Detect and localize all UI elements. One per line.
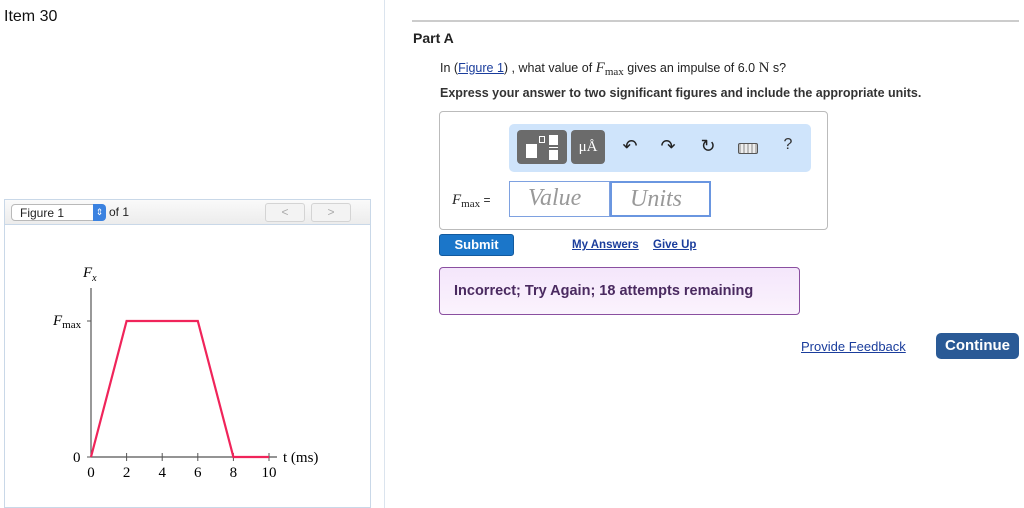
ytick-label-zero: 0 [73, 450, 81, 466]
figure-count: of 1 [109, 205, 130, 219]
figure-link[interactable]: Figure 1 [458, 61, 504, 75]
xtick-label: 0 [87, 465, 95, 481]
xtick-label: 8 [230, 465, 238, 481]
prev-figure-button[interactable]: < [265, 203, 305, 222]
reset-icon[interactable]: ↻ [697, 136, 719, 157]
xtick-label: 6 [194, 465, 202, 481]
value-input[interactable]: Value [509, 181, 610, 217]
fmax-symbol: Fmax [595, 60, 624, 78]
my-answers-link[interactable]: My Answers [572, 239, 639, 251]
x-axis-label: t (ms) [283, 450, 318, 466]
fmax-label: Fmax = [452, 192, 491, 210]
figure-select[interactable]: Figure 1 ⇕ [11, 204, 106, 221]
question-mid: ) , what value of [503, 61, 596, 75]
xtick-label: 2 [123, 465, 131, 481]
templates-button[interactable] [517, 130, 567, 164]
y-axis-label: Fx [82, 265, 97, 284]
figure-pane: Item 30 Figure 1 ⇕ of 1 < > 0 2 4 6 8 10 Fx F… [0, 0, 385, 508]
question-prefix: In ( [440, 61, 459, 75]
select-arrows-icon: ⇕ [93, 204, 106, 221]
provide-feedback-link[interactable]: Provide Feedback [801, 339, 906, 354]
units-input[interactable]: Units [610, 181, 711, 217]
figure-select-value: Figure 1 [20, 206, 65, 220]
xtick-label: 4 [158, 465, 166, 481]
item-title: Item 30 [4, 8, 58, 25]
help-button[interactable]: ? [777, 136, 799, 154]
xtick-label: 10 [262, 465, 277, 481]
ytick-label-fmax: Fmax [52, 313, 82, 331]
figure-body: 0 2 4 6 8 10 Fx Fmax 0 t (ms) [4, 225, 371, 508]
figure-nav-bar: Figure 1 ⇕ of 1 < > [4, 199, 371, 225]
undo-icon[interactable]: ↶ [619, 136, 641, 157]
force-time-chart: 0 2 4 6 8 10 Fx Fmax 0 t (ms) [52, 265, 318, 481]
unit-symbol: N [758, 60, 770, 76]
question-end: s? [769, 61, 787, 75]
math-toolbar: μÅ ↶ ↷ ↻ ? [509, 124, 811, 172]
question-suffix: gives an impulse of 6.0 [623, 61, 759, 75]
next-figure-button[interactable]: > [311, 203, 351, 222]
submit-button[interactable]: Submit [439, 234, 514, 256]
instructions: Express your answer to two significant f… [440, 86, 922, 100]
keyboard-icon[interactable] [738, 143, 758, 154]
question-text: In (Figure 1) , what value of Fmax gives… [440, 60, 786, 78]
force-series-line [89, 319, 269, 459]
give-up-link[interactable]: Give Up [653, 239, 696, 251]
redo-icon[interactable]: ↷ [657, 136, 679, 157]
feedback-message: Incorrect; Try Again; 18 attempts remain… [439, 267, 800, 315]
divider [412, 20, 1019, 22]
answer-box: μÅ ↶ ↷ ↻ ? Fmax = Value Units [439, 111, 828, 230]
continue-button[interactable]: Continue [936, 333, 1019, 359]
units-button[interactable]: μÅ [571, 130, 605, 164]
part-title: Part A [413, 30, 454, 46]
